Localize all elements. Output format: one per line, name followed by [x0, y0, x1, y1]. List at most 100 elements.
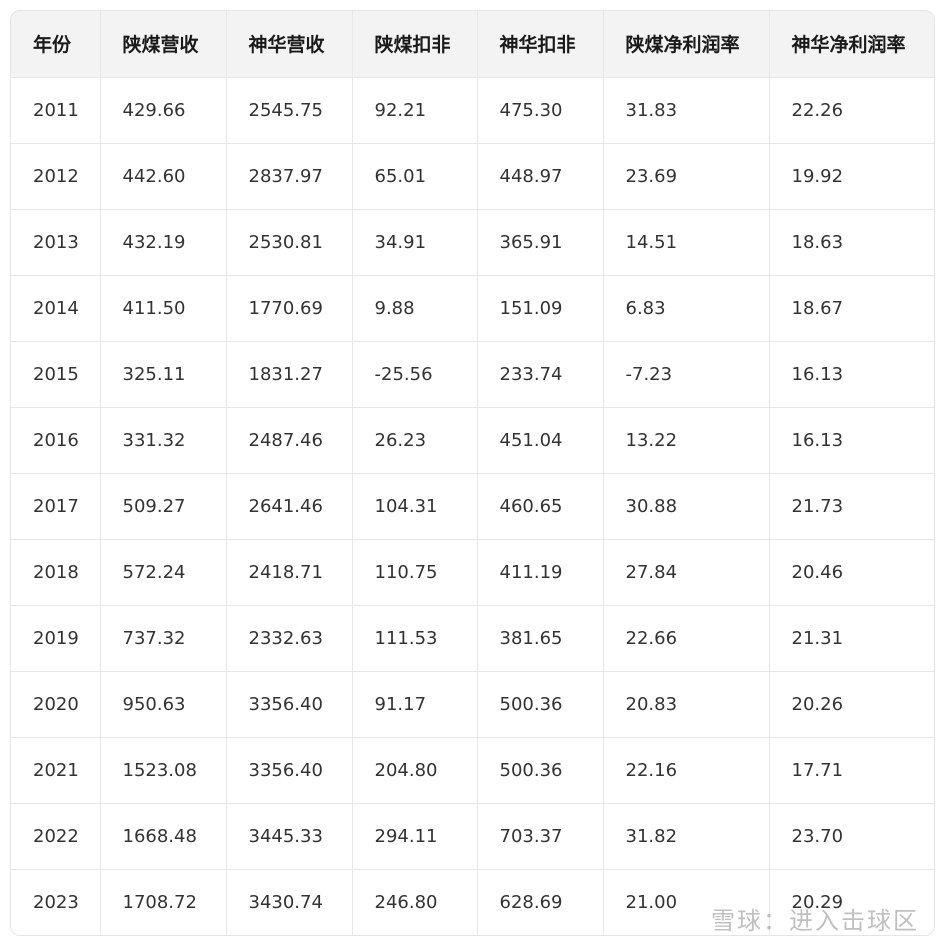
table-cell: 3430.74: [226, 869, 353, 935]
year-cell: 2014: [11, 275, 101, 342]
table-cell: 204.80: [352, 737, 478, 804]
table-cell: 13.22: [603, 407, 770, 474]
table-cell: 233.74: [477, 341, 604, 408]
year-cell: 2018: [11, 539, 101, 606]
table-cell: 246.80: [352, 869, 478, 935]
table-cell: 2545.75: [226, 77, 353, 144]
table-cell: 110.75: [352, 539, 478, 606]
column-header: 陕煤营收: [100, 11, 227, 78]
table-row: 2013 432.19 2530.81 34.91 365.91 14.51 18.63: [11, 209, 934, 276]
table-cell: 628.69: [477, 869, 604, 935]
table-cell: 411.50: [100, 275, 227, 342]
table-cell: 411.19: [477, 539, 604, 606]
table-cell: 325.11: [100, 341, 227, 408]
table-cell: 2332.63: [226, 605, 353, 672]
table-cell: 950.63: [100, 671, 227, 738]
table-cell: 104.31: [352, 473, 478, 540]
table-cell: -25.56: [352, 341, 478, 408]
table-cell: 2530.81: [226, 209, 353, 276]
table-cell: 26.23: [352, 407, 478, 474]
table-row: 2015 325.11 1831.27 -25.56 233.74 -7.23 16.13: [11, 341, 934, 408]
table-cell: 451.04: [477, 407, 604, 474]
table-cell: 429.66: [100, 77, 227, 144]
table-cell: 3356.40: [226, 737, 353, 804]
year-cell: 2020: [11, 671, 101, 738]
table-cell: 23.69: [603, 143, 770, 210]
table-cell: 92.21: [352, 77, 478, 144]
table-cell: 18.63: [769, 209, 934, 276]
data-table-container: 年份 陕煤营收 神华营收 陕煤扣非 神华扣非 陕煤净利润率 神华净利润率 2011 429.6…: [10, 10, 935, 936]
table-cell: 442.60: [100, 143, 227, 210]
year-cell: 2016: [11, 407, 101, 474]
table-cell: 16.13: [769, 341, 934, 408]
table-cell: 31.83: [603, 77, 770, 144]
table-cell: 22.26: [769, 77, 934, 144]
table-cell: 21.73: [769, 473, 934, 540]
table-body: 2011 429.66 2545.75 92.21 475.30 31.83 22.26 20…: [11, 77, 934, 935]
table-cell: 2487.46: [226, 407, 353, 474]
year-cell: 2019: [11, 605, 101, 672]
column-header: 陕煤净利润率: [603, 11, 770, 78]
table-cell: 31.82: [603, 803, 770, 870]
year-cell: 2021: [11, 737, 101, 804]
table-cell: 1831.27: [226, 341, 353, 408]
year-cell: 2013: [11, 209, 101, 276]
table-row: 2019 737.32 2332.63 111.53 381.65 22.66 21.31: [11, 605, 934, 672]
table-cell: 331.32: [100, 407, 227, 474]
table-cell: 1523.08: [100, 737, 227, 804]
table-cell: 23.70: [769, 803, 934, 870]
financial-comparison-table: 年份 陕煤营收 神华营收 陕煤扣非 神华扣非 陕煤净利润率 神华净利润率 2011 429.6…: [11, 11, 934, 935]
table-cell: 111.53: [352, 605, 478, 672]
column-header: 神华扣非: [477, 11, 604, 78]
table-cell: 17.71: [769, 737, 934, 804]
table-cell: 703.37: [477, 803, 604, 870]
table-row: 2020 950.63 3356.40 91.17 500.36 20.83 20.26: [11, 671, 934, 738]
table-row: 2014 411.50 1770.69 9.88 151.09 6.83 18.67: [11, 275, 934, 342]
table-cell: 3445.33: [226, 803, 353, 870]
table-cell: 509.27: [100, 473, 227, 540]
column-header: 陕煤扣非: [352, 11, 478, 78]
table-cell: 22.16: [603, 737, 770, 804]
table-cell: 21.31: [769, 605, 934, 672]
year-cell: 2017: [11, 473, 101, 540]
table-cell: 27.84: [603, 539, 770, 606]
table-cell: 20.83: [603, 671, 770, 738]
year-cell: 2011: [11, 77, 101, 144]
table-cell: 460.65: [477, 473, 604, 540]
table-cell: 16.13: [769, 407, 934, 474]
table-row: 2021 1523.08 3356.40 204.80 500.36 22.16 17.71: [11, 737, 934, 804]
column-header: 神华营收: [226, 11, 353, 78]
table-cell: 34.91: [352, 209, 478, 276]
table-cell: 1708.72: [100, 869, 227, 935]
table-cell: 30.88: [603, 473, 770, 540]
table-row: 2012 442.60 2837.97 65.01 448.97 23.69 19.92: [11, 143, 934, 210]
table-cell: -7.23: [603, 341, 770, 408]
table-cell: 91.17: [352, 671, 478, 738]
table-cell: 18.67: [769, 275, 934, 342]
table-cell: 22.66: [603, 605, 770, 672]
table-cell: 572.24: [100, 539, 227, 606]
column-header: 年份: [11, 11, 101, 78]
table-row: 2011 429.66 2545.75 92.21 475.30 31.83 22.26: [11, 77, 934, 144]
year-cell: 2012: [11, 143, 101, 210]
year-cell: 2015: [11, 341, 101, 408]
table-row: 2023 1708.72 3430.74 246.80 628.69 21.00 20.29: [11, 869, 934, 935]
table-cell: 737.32: [100, 605, 227, 672]
table-cell: 20.26: [769, 671, 934, 738]
header-row: 年份 陕煤营收 神华营收 陕煤扣非 神华扣非 陕煤净利润率 神华净利润率: [11, 11, 934, 78]
table-cell: 19.92: [769, 143, 934, 210]
table-cell: 20.29: [791, 891, 844, 913]
table-cell: 3356.40: [226, 671, 353, 738]
table-cell: 365.91: [477, 209, 604, 276]
table-cell: 9.88: [352, 275, 478, 342]
table-row: 2016 331.32 2487.46 26.23 451.04 13.22 16.13: [11, 407, 934, 474]
table-row: 2018 572.24 2418.71 110.75 411.19 27.84 20.46: [11, 539, 934, 606]
table-cell: 432.19: [100, 209, 227, 276]
table-cell: 6.83: [603, 275, 770, 342]
table-cell: 381.65: [477, 605, 604, 672]
table-cell: 448.97: [477, 143, 604, 210]
table-cell: 2641.46: [226, 473, 353, 540]
table-cell: 2418.71: [226, 539, 353, 606]
table-cell: 21.00: [603, 869, 770, 935]
table-cell: 1668.48: [100, 803, 227, 870]
